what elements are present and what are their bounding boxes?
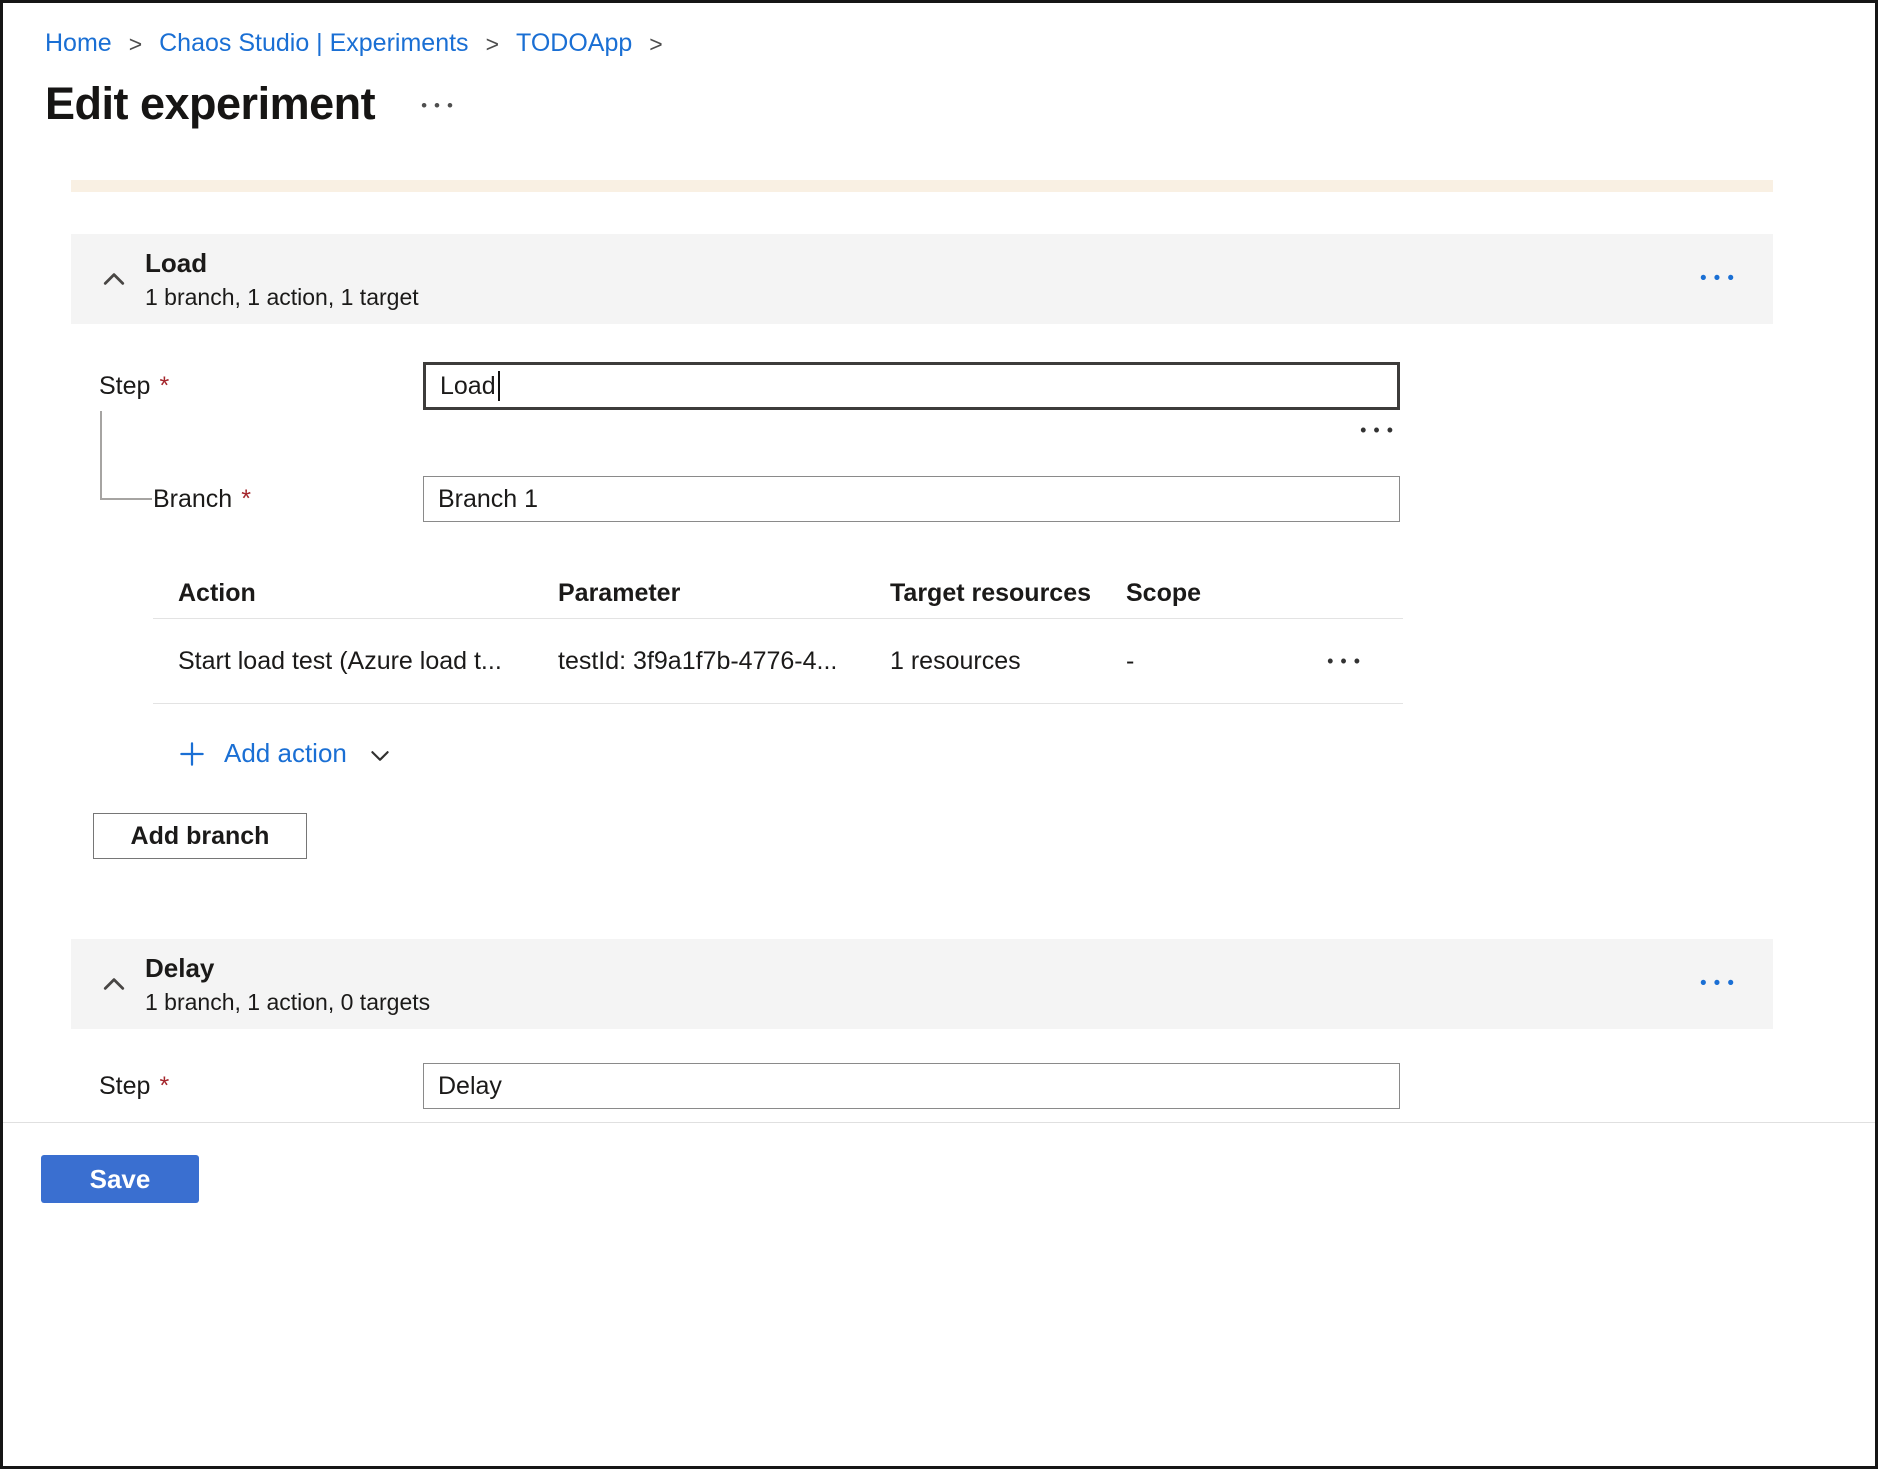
- step-label-text: Step: [99, 1072, 150, 1100]
- plus-icon: [177, 739, 207, 769]
- step-label-text: Step: [99, 372, 150, 400]
- required-asterisk: *: [159, 372, 169, 400]
- scope-cell: -: [1101, 647, 1261, 676]
- step-card-title: Load: [145, 248, 419, 279]
- step-card-summary: 1 branch, 1 action, 0 targets: [145, 989, 430, 1016]
- step-card-delay-body: Step *: [71, 1029, 1773, 1129]
- chevron-down-icon: [367, 743, 393, 769]
- required-asterisk: *: [159, 1072, 169, 1100]
- title-row: Edit experiment •••: [45, 78, 1875, 130]
- required-asterisk: *: [241, 485, 251, 513]
- edit-experiment-page: Home > Chaos Studio | Experiments > TODO…: [0, 0, 1878, 1469]
- breadcrumb-home-link[interactable]: Home: [45, 29, 112, 58]
- step-card-title: Delay: [145, 953, 430, 984]
- step-name-input[interactable]: [423, 1063, 1400, 1109]
- column-header-action: Action: [153, 579, 533, 608]
- branch-label-text: Branch: [153, 485, 232, 513]
- step-name-value: Load: [440, 372, 496, 401]
- actions-table-header: Action Parameter Target resources Scope: [153, 568, 1403, 618]
- branch-name-input[interactable]: [423, 476, 1400, 522]
- breadcrumb-separator-icon: >: [129, 31, 142, 58]
- text-cursor: [498, 371, 500, 401]
- step-card-load-body: Step * Load ••• Branch * Action Parameter: [71, 324, 1773, 895]
- action-row-more-icon[interactable]: •••: [1261, 651, 1403, 672]
- chevron-up-icon: [99, 264, 129, 294]
- action-cell: Start load test (Azure load t...: [153, 647, 533, 676]
- page-title: Edit experiment: [45, 78, 375, 130]
- chevron-up-icon: [99, 969, 129, 999]
- column-header-scope: Scope: [1101, 579, 1261, 608]
- step-card-summary: 1 branch, 1 action, 1 target: [145, 284, 419, 311]
- branch-name-row: Branch *: [71, 476, 1773, 522]
- add-branch-button[interactable]: Add branch: [93, 813, 307, 859]
- step-card-more-icon[interactable]: •••: [1700, 268, 1741, 290]
- notice-strip: [71, 180, 1773, 192]
- step-card-heading: Load 1 branch, 1 action, 1 target: [145, 248, 419, 311]
- step-name-row: Step *: [71, 1063, 1773, 1109]
- step-label: Step *: [71, 1072, 423, 1101]
- column-header-target-resources: Target resources: [865, 579, 1101, 608]
- column-header-parameter: Parameter: [533, 579, 865, 608]
- add-action-label: Add action: [224, 738, 347, 769]
- step-more-icon[interactable]: •••: [71, 420, 1400, 456]
- step-label: Step *: [71, 372, 423, 401]
- collapse-chevron-up-icon[interactable]: [95, 969, 133, 999]
- actions-table: Action Parameter Target resources Scope …: [153, 568, 1403, 704]
- step-card-load: Load 1 branch, 1 action, 1 target ••• St…: [71, 234, 1773, 895]
- breadcrumb-chaos-studio-link[interactable]: Chaos Studio | Experiments: [159, 29, 468, 58]
- step-card-more-icon[interactable]: •••: [1700, 973, 1741, 995]
- add-action-button[interactable]: Add action: [177, 738, 1773, 769]
- collapse-chevron-up-icon[interactable]: [95, 264, 133, 294]
- step-card-load-header: Load 1 branch, 1 action, 1 target •••: [71, 234, 1773, 324]
- branch-connector-line: [100, 411, 152, 500]
- page-more-icon[interactable]: •••: [421, 96, 460, 116]
- step-card-delay-header: Delay 1 branch, 1 action, 0 targets •••: [71, 939, 1773, 1029]
- step-card-heading: Delay 1 branch, 1 action, 0 targets: [145, 953, 430, 1016]
- table-row: Start load test (Azure load t... testId:…: [153, 618, 1403, 704]
- step-name-input[interactable]: Load: [423, 362, 1400, 410]
- save-button[interactable]: Save: [41, 1155, 199, 1203]
- breadcrumb-separator-icon: >: [486, 31, 499, 58]
- step-card-delay: Delay 1 branch, 1 action, 0 targets ••• …: [71, 939, 1773, 1129]
- breadcrumb: Home > Chaos Studio | Experiments > TODO…: [3, 3, 1875, 58]
- target-resources-cell: 1 resources: [865, 647, 1101, 676]
- step-name-row: Step * Load: [71, 362, 1773, 410]
- breadcrumb-separator-icon: >: [649, 31, 662, 58]
- breadcrumb-todoapp-link[interactable]: TODOApp: [516, 29, 632, 58]
- parameter-cell: testId: 3f9a1f7b-4776-4...: [533, 647, 865, 676]
- footer-bar: Save: [3, 1122, 1875, 1466]
